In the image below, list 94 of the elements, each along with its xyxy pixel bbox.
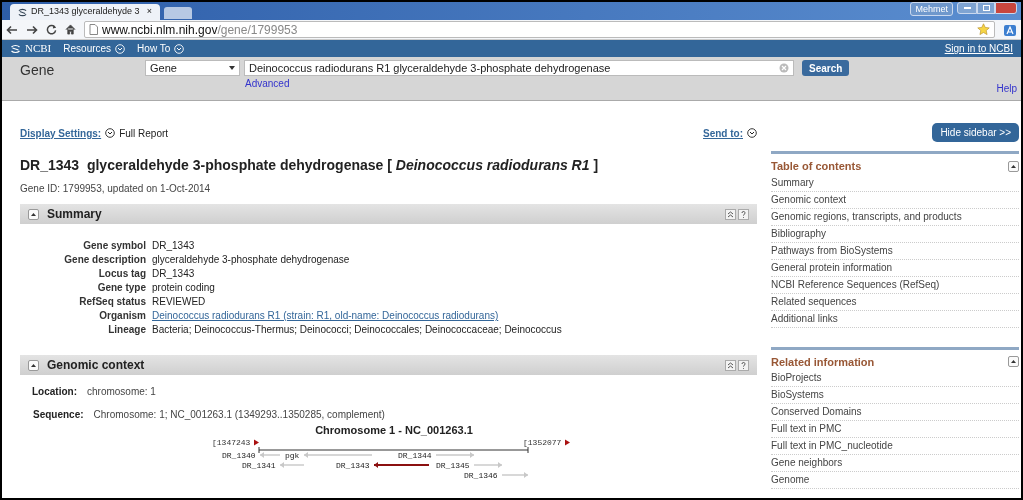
hide-sidebar-button[interactable]: Hide sidebar >>	[932, 123, 1019, 142]
sidebar-link[interactable]: Bibliography	[771, 225, 1019, 243]
field-label: Gene description	[63, 253, 146, 267]
sidebar-section-title: Table of contents	[771, 159, 862, 174]
gene-arrow[interactable]	[374, 462, 429, 468]
field-value: Bacteria; Deinococcus-Thermus; Deinococci; Deinococcales; Deinococcaceae; Deinococcus	[152, 323, 563, 337]
field-label: Locus tag	[97, 267, 146, 281]
collapse-toggle-icon[interactable]	[28, 359, 39, 371]
home-icon[interactable]	[65, 24, 76, 35]
search-button[interactable]: Search	[802, 60, 850, 76]
sidebar-link[interactable]: Additional links	[771, 310, 1019, 328]
sidebar-link[interactable]: Pathways from BioSystems	[771, 242, 1019, 260]
sidebar-link[interactable]: General protein information	[771, 259, 1019, 277]
section-title: Summary	[47, 206, 102, 223]
page-icon	[89, 24, 98, 35]
dropdown-arrow-icon	[229, 66, 235, 70]
sequence-value: Chromosome: 1; NC_001263.1 (1349293..1350285, complement)	[93, 408, 385, 422]
forward-icon[interactable]	[26, 24, 38, 35]
star-icon[interactable]	[977, 23, 990, 36]
field-value: glyceraldehyde 3-phosphate dehydrogenase	[152, 253, 351, 267]
sign-in-link[interactable]: Sign in to NCBI	[944, 41, 1013, 56]
section-title: Genomic context	[47, 357, 145, 374]
minimize-button[interactable]	[957, 2, 977, 14]
field-label: Organism	[98, 309, 146, 323]
location-value: chromosome: 1	[87, 385, 156, 399]
browser-tab[interactable]: DR_1343 glyceraldehyde 3 ×	[10, 4, 160, 20]
sidebar-link[interactable]: Genomic context	[771, 191, 1019, 209]
url-text: www.ncbi.nlm.nih.gov/gene/1799953	[102, 21, 298, 39]
diagram-title: Chromosome 1 - NC_001263.1	[315, 424, 473, 436]
sidebar-link[interactable]: Summary	[771, 174, 1019, 192]
organism-link[interactable]: Deinococcus radiodurans R1 (strain: R1, old-name: Deinococcus radiodurans)	[152, 309, 499, 323]
dropdown-icon	[747, 128, 757, 138]
send-to-link[interactable]: Send to:	[703, 125, 743, 141]
collapse-all-icon[interactable]	[725, 359, 736, 371]
field-value: DR_1343	[152, 239, 196, 253]
address-bar[interactable]: www.ncbi.nlm.nih.gov/gene/1799953	[84, 21, 995, 38]
sidebar-link[interactable]: Genome	[771, 472, 1019, 489]
ncbi-logo[interactable]: NCBI	[10, 40, 52, 57]
maximize-button[interactable]	[977, 2, 995, 14]
database-select[interactable]: Gene	[145, 60, 240, 76]
sidebar-link[interactable]: Full text in PMC	[771, 421, 1019, 438]
gene-label[interactable]: DR_1341	[242, 461, 276, 470]
gene-label[interactable]: DR_1343	[336, 461, 370, 470]
sidebar-link[interactable]: Genomic regions, transcripts, and products	[771, 208, 1019, 226]
sidebar-link[interactable]: Related sequences	[771, 293, 1019, 311]
dropdown-icon	[105, 128, 116, 138]
dropdown-icon	[115, 43, 126, 54]
gene-label[interactable]: pgk	[285, 451, 300, 460]
dropdown-icon	[174, 43, 185, 54]
database-title: Gene	[20, 61, 56, 80]
translate-icon[interactable]	[1003, 22, 1017, 37]
gene-title: DR_1343 glyceraldehyde 3-phosphate dehydrogenase [ Deinococcus radiodurans R1 ]	[20, 157, 600, 174]
search-field[interactable]: Deinococcus radiodurans R1 glyceraldehyde 3-phosphate dehydrogenase	[244, 60, 794, 76]
sidebar-link[interactable]: Full text in PMC_nucleotide	[771, 438, 1019, 455]
help-icon[interactable]	[738, 359, 749, 371]
tab-close-button[interactable]: ×	[146, 5, 152, 19]
sequence-label: Sequence:	[33, 408, 84, 422]
display-settings-value: Full Report	[119, 126, 169, 141]
ncbi-logo-icon	[18, 7, 27, 17]
location-label: Location:	[32, 385, 77, 399]
display-settings-link[interactable]: Display Settings:	[20, 125, 102, 141]
sidebar-link[interactable]: Conserved Domains	[771, 404, 1019, 421]
gene-label[interactable]: DR_1345	[436, 461, 470, 470]
resource-menu[interactable]: How To	[137, 41, 185, 56]
gene-id-text: Gene ID: 1799953, updated on 1-Oct-2014	[20, 182, 212, 196]
resource-menu[interactable]: Resources	[63, 41, 126, 56]
field-value: REVIEWED	[152, 295, 207, 309]
field-label: RefSeq status	[78, 295, 146, 309]
field-label: Gene symbol	[82, 239, 146, 253]
sidebar-link[interactable]: BioSystems	[771, 387, 1019, 404]
sidebar-link[interactable]: Gene neighbors	[771, 455, 1019, 472]
collapse-all-icon[interactable]	[725, 208, 736, 220]
gene-label[interactable]: DR_1346	[464, 471, 498, 480]
collapse-toggle-icon[interactable]	[1008, 356, 1019, 368]
tab-title: DR_1343 glyceraldehyde 3	[31, 5, 140, 19]
back-icon[interactable]	[6, 24, 18, 35]
field-value: DR_1343	[152, 267, 196, 281]
collapse-toggle-icon[interactable]	[1008, 160, 1019, 172]
gene-label[interactable]: DR_1340	[222, 451, 256, 460]
sidebar-link[interactable]: BioProjects	[771, 370, 1019, 387]
advanced-link[interactable]: Advanced	[245, 76, 290, 91]
help-link[interactable]: Help	[996, 81, 1017, 96]
clear-icon[interactable]	[779, 63, 789, 73]
field-label: Lineage	[107, 323, 146, 337]
field-value: protein coding	[152, 281, 216, 295]
ncbi-logo-icon	[10, 43, 21, 54]
reload-icon[interactable]	[46, 24, 57, 35]
sidebar-section-title: Related information	[771, 354, 875, 370]
help-icon[interactable]	[738, 208, 749, 220]
gene-label[interactable]: DR_1344	[398, 451, 432, 460]
field-label: Gene type	[96, 281, 146, 295]
sidebar-link[interactable]: NCBI Reference Sequences (RefSeq)	[771, 276, 1019, 294]
close-window-button[interactable]	[995, 2, 1017, 14]
collapse-toggle-icon[interactable]	[28, 208, 39, 220]
